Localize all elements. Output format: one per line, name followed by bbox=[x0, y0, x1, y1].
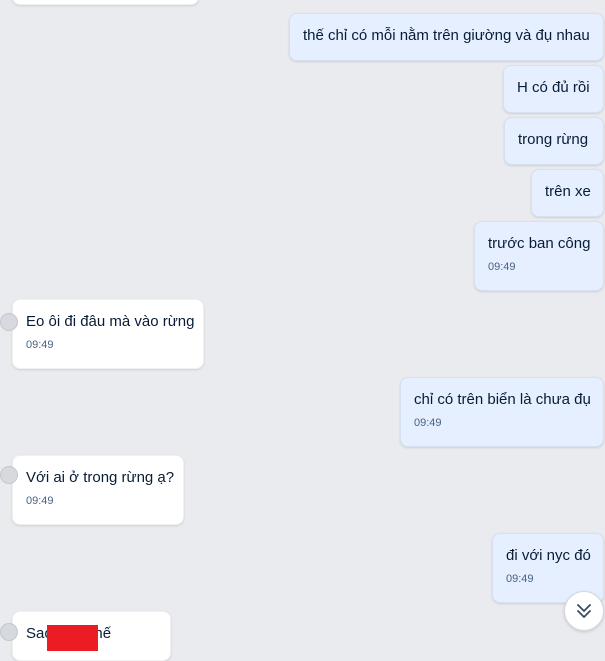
message-text: H có đủ rồi bbox=[517, 79, 590, 96]
message-text: trước ban công bbox=[488, 235, 591, 252]
chat-message-list[interactable]: thế chỉ có mỗi nằm trên giường và đụ nha… bbox=[0, 0, 605, 661]
message-text: trong rừng bbox=[518, 131, 589, 148]
message-bubble-incoming[interactable]: Eo ôi đi đâu mà vào rừng 09:49 bbox=[0, 299, 204, 369]
message-time: 09:49 bbox=[414, 417, 442, 429]
message-bubble-outgoing[interactable]: thế chỉ có mỗi nằm trên giường và đụ nha… bbox=[289, 13, 604, 61]
message-text: đi với nyc đó bbox=[506, 547, 591, 564]
avatar[interactable] bbox=[0, 466, 18, 484]
scroll-to-bottom-button[interactable] bbox=[564, 591, 604, 631]
double-chevron-down-icon bbox=[577, 604, 591, 618]
message-text: trên xe bbox=[545, 183, 591, 200]
message-time: 09:49 bbox=[26, 339, 54, 351]
message-text: thế chỉ có mỗi nằm trên giường và đụ nha… bbox=[303, 27, 590, 44]
message-time: 09:49 bbox=[506, 573, 534, 585]
message-bubble-incoming[interactable]: Với ai ở trong rừng ạ? 09:49 bbox=[0, 455, 184, 525]
message-bubble-outgoing[interactable]: chỉ có trên biển là chưa đụ 09:49 bbox=[400, 377, 604, 447]
avatar[interactable] bbox=[0, 623, 18, 641]
message-time: 09:49 bbox=[488, 261, 516, 273]
message-bubble-outgoing[interactable]: trước ban công 09:49 bbox=[474, 221, 604, 291]
avatar[interactable] bbox=[0, 313, 18, 331]
message-text: Với ai ở trong rừng ạ? bbox=[26, 469, 175, 486]
message-bubble-incoming[interactable] bbox=[12, 0, 199, 5]
redaction-box bbox=[47, 625, 98, 651]
message-bubble-outgoing[interactable]: H có đủ rồi bbox=[503, 65, 604, 113]
message-time: 09:49 bbox=[26, 495, 54, 507]
message-text: chỉ có trên biển là chưa đụ bbox=[414, 391, 591, 408]
message-bubble-outgoing[interactable]: trong rừng bbox=[504, 117, 604, 165]
message-text: Eo ôi đi đâu mà vào rừng bbox=[26, 313, 195, 330]
message-bubble-outgoing[interactable]: trên xe bbox=[531, 169, 604, 217]
